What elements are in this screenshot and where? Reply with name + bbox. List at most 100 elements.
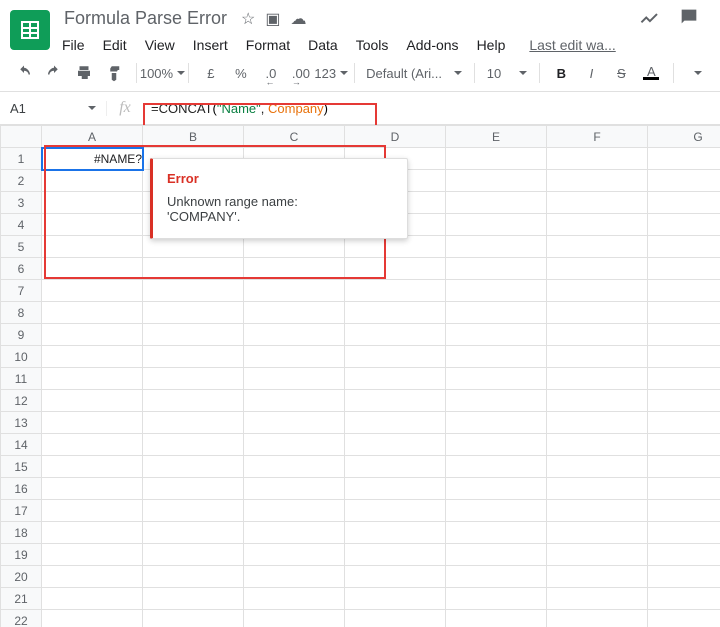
row-header[interactable]: 8: [1, 302, 42, 324]
menu-edit[interactable]: Edit: [101, 35, 129, 55]
row-header[interactable]: 6: [1, 258, 42, 280]
cell[interactable]: [345, 390, 446, 412]
cell[interactable]: [446, 544, 547, 566]
cell[interactable]: [547, 588, 648, 610]
cell[interactable]: [547, 236, 648, 258]
cell[interactable]: [648, 324, 720, 346]
cell[interactable]: [648, 368, 720, 390]
cell[interactable]: [345, 324, 446, 346]
cell[interactable]: [42, 544, 143, 566]
cell[interactable]: [143, 302, 244, 324]
cell[interactable]: [143, 346, 244, 368]
cell[interactable]: [143, 544, 244, 566]
cell[interactable]: [648, 390, 720, 412]
cell[interactable]: [547, 368, 648, 390]
cell[interactable]: [446, 434, 547, 456]
menu-help[interactable]: Help: [475, 35, 508, 55]
cell[interactable]: [345, 434, 446, 456]
cell[interactable]: [547, 324, 648, 346]
cell[interactable]: [42, 368, 143, 390]
cell[interactable]: [648, 280, 720, 302]
sheets-logo[interactable]: [10, 10, 50, 50]
cell[interactable]: [547, 390, 648, 412]
strikethrough-button[interactable]: S: [607, 59, 635, 87]
cell[interactable]: [143, 522, 244, 544]
cell[interactable]: [648, 566, 720, 588]
more-formats-dropdown[interactable]: 123: [317, 59, 346, 87]
cell[interactable]: [143, 258, 244, 280]
row-header[interactable]: 5: [1, 236, 42, 258]
formula-bar[interactable]: =CONCAT("Name", Company): [143, 101, 720, 116]
toolbar-overflow-button[interactable]: [682, 59, 710, 87]
cell[interactable]: [648, 522, 720, 544]
cell[interactable]: [446, 324, 547, 346]
cell[interactable]: [345, 478, 446, 500]
cell[interactable]: [244, 412, 345, 434]
cell[interactable]: [345, 566, 446, 588]
cell[interactable]: [244, 324, 345, 346]
menu-tools[interactable]: Tools: [354, 35, 391, 55]
font-family-dropdown[interactable]: Default (Ari...: [362, 59, 466, 87]
cell[interactable]: [244, 588, 345, 610]
cell[interactable]: [446, 346, 547, 368]
cell[interactable]: [547, 280, 648, 302]
cell[interactable]: [244, 368, 345, 390]
cell[interactable]: [345, 258, 446, 280]
row-header[interactable]: 20: [1, 566, 42, 588]
cell[interactable]: [143, 610, 244, 627]
undo-button[interactable]: [10, 59, 38, 87]
cell[interactable]: [446, 522, 547, 544]
cell[interactable]: [648, 192, 720, 214]
cell[interactable]: [42, 456, 143, 478]
cell[interactable]: [244, 258, 345, 280]
cell[interactable]: [446, 610, 547, 627]
cell[interactable]: [345, 302, 446, 324]
menu-file[interactable]: File: [60, 35, 87, 55]
cell[interactable]: [143, 412, 244, 434]
row-header[interactable]: 19: [1, 544, 42, 566]
text-color-button[interactable]: A: [637, 59, 665, 87]
cell[interactable]: [648, 170, 720, 192]
cell[interactable]: [143, 566, 244, 588]
cell[interactable]: [42, 214, 143, 236]
row-header[interactable]: 10: [1, 346, 42, 368]
row-header[interactable]: 4: [1, 214, 42, 236]
row-header[interactable]: 12: [1, 390, 42, 412]
cell[interactable]: [547, 346, 648, 368]
cell[interactable]: [648, 478, 720, 500]
cell[interactable]: [244, 478, 345, 500]
row-header[interactable]: 1: [1, 148, 42, 170]
cell[interactable]: [547, 544, 648, 566]
row-header[interactable]: 9: [1, 324, 42, 346]
name-box[interactable]: A1: [0, 101, 107, 116]
cell[interactable]: [446, 500, 547, 522]
cell[interactable]: [446, 214, 547, 236]
col-header[interactable]: G: [648, 126, 720, 148]
cell[interactable]: [244, 390, 345, 412]
cell[interactable]: [446, 258, 547, 280]
cell[interactable]: [446, 280, 547, 302]
cell[interactable]: [446, 368, 547, 390]
cell[interactable]: [648, 456, 720, 478]
cell[interactable]: [648, 500, 720, 522]
comments-icon[interactable]: [678, 6, 700, 28]
italic-button[interactable]: I: [577, 59, 605, 87]
cell[interactable]: [345, 412, 446, 434]
cell[interactable]: [244, 456, 345, 478]
cell[interactable]: [648, 588, 720, 610]
cell[interactable]: [648, 434, 720, 456]
cell[interactable]: [42, 412, 143, 434]
zoom-dropdown[interactable]: 100%: [145, 59, 181, 87]
col-header[interactable]: B: [143, 126, 244, 148]
cell[interactable]: [345, 500, 446, 522]
cell[interactable]: [345, 346, 446, 368]
cell[interactable]: [42, 170, 143, 192]
cell[interactable]: [547, 610, 648, 627]
cell[interactable]: [547, 500, 648, 522]
cell[interactable]: [244, 544, 345, 566]
row-header[interactable]: 2: [1, 170, 42, 192]
cell[interactable]: [547, 456, 648, 478]
cell[interactable]: [648, 258, 720, 280]
cell[interactable]: [345, 280, 446, 302]
cell[interactable]: [143, 324, 244, 346]
